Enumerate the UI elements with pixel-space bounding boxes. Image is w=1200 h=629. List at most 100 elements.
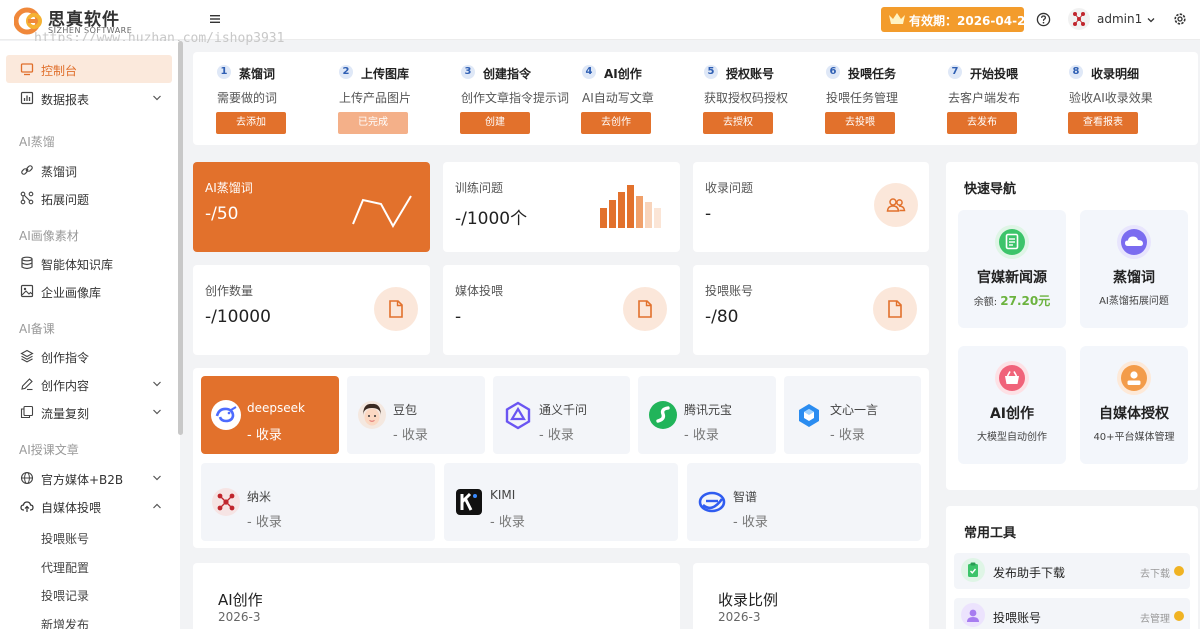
step-number: 6 (826, 65, 840, 79)
step-desc: 去客户端发布 (948, 91, 1021, 105)
sidebar-item-official-media[interactable]: 官方媒体+B2B (6, 464, 172, 492)
stat-label: 创作数量 (205, 284, 254, 298)
quick-nav-card-title: 自媒体授权 (1099, 406, 1169, 422)
top-header: 思真软件 SIZHEN SOFTWARE https://www.huzhan.… (0, 0, 1200, 46)
sidebar-item-dashboard[interactable]: 控制台 (6, 55, 172, 83)
model-card-tongyi[interactable]: 通义千问 - 收录 (493, 376, 630, 454)
model-card-nami[interactable]: 纳米 - 收录 (201, 463, 435, 541)
step-button[interactable]: 去授权 (703, 112, 773, 134)
step-number: 1 (217, 65, 231, 79)
sidebar-scrollbar[interactable] (178, 41, 183, 435)
settings-icon[interactable] (1173, 12, 1187, 26)
step-button[interactable]: 去添加 (216, 112, 286, 134)
sidebar-item-traffic-copy[interactable]: 流量复刻 (6, 398, 172, 426)
step-item: 2 上传图库 上传产品图片 已完成 (315, 52, 437, 145)
sidebar-item-create-prompt[interactable]: 创作指令 (6, 342, 172, 370)
step-item: 3 创建指令 创作文章指令提示词 创建 (437, 52, 569, 145)
model-card-doubao[interactable]: 豆包 - 收录 (347, 376, 485, 454)
sidebar-subitem-new-publish[interactable]: 新增发布 (41, 616, 89, 629)
quick-nav-official-news[interactable]: 官媒新闻源 余额: 27.20元 (958, 210, 1066, 328)
chevron-down-icon (153, 95, 161, 101)
wenxin-logo (799, 404, 819, 427)
quick-nav-card-sub: AI蒸馏拓展问题 (1099, 296, 1169, 307)
image-icon (20, 284, 34, 298)
sidebar-subitem-feed-accounts[interactable]: 投喂账号 (41, 530, 89, 547)
step-button[interactable]: 去发布 (947, 112, 1017, 134)
layers-icon (20, 349, 34, 363)
sidebar: 控制台 数据报表 AI蒸馏 蒸馏词 拓展问题 AI画像素材 智能体知识库 企业画… (0, 41, 180, 629)
step-button[interactable]: 已完成 (338, 112, 408, 134)
sidebar-item-label: 蒸馏词 (41, 165, 78, 179)
kimi-logo (456, 489, 482, 515)
step-button[interactable]: 查看报表 (1068, 112, 1138, 134)
chevron-up-icon (153, 503, 161, 509)
sidebar-item-label: 数据报表 (41, 93, 90, 107)
model-card-wenxin[interactable]: 文心一言 - 收录 (784, 376, 921, 454)
sidebar-subitem-proxy-config[interactable]: 代理配置 (41, 559, 89, 576)
model-card-deepseek[interactable]: deepseek - 收录 (201, 376, 339, 454)
model-status: - 收录 (733, 515, 768, 530)
crown-icon (889, 13, 905, 24)
step-button[interactable]: 去创作 (581, 112, 651, 134)
sidebar-item-label: 创作内容 (41, 379, 90, 393)
model-name: 通义千问 (539, 403, 588, 417)
stat-value: - (455, 307, 462, 327)
chart-icon (20, 91, 34, 105)
stat-value: -/10000 (205, 307, 271, 327)
sidebar-item-data-report[interactable]: 数据报表 (6, 84, 172, 112)
tool-action[interactable]: 去管理 (1140, 610, 1170, 625)
sidebar-item-label: 拓展问题 (41, 193, 90, 207)
step-item: 6 投喂任务 投喂任务管理 去投喂 (802, 52, 924, 145)
line-sparkline-icon (352, 195, 412, 228)
ai-models-panel: deepseek - 收录 豆包 - 收录 通义千问 - 收录 腾讯元宝 - 收… (193, 368, 929, 548)
arrow-dot-icon (1174, 611, 1184, 621)
sidebar-item-knowledge-base[interactable]: 智能体知识库 (6, 249, 172, 277)
step-title: AI创作 (604, 67, 642, 81)
model-name: 豆包 (393, 403, 418, 417)
stat-card-media-feed[interactable]: 媒体投喂 - (443, 265, 680, 355)
tool-action[interactable]: 去下载 (1140, 565, 1170, 580)
stat-card-training-questions[interactable]: 训练问题 -/1000个 (443, 162, 680, 252)
step-title: 投喂任务 (848, 67, 897, 81)
quick-nav-media-auth[interactable]: 自媒体授权 40+平台媒体管理 (1080, 346, 1188, 464)
step-button[interactable]: 去投喂 (825, 112, 895, 134)
sidebar-item-distill-words[interactable]: 蒸馏词 (6, 156, 172, 184)
step-number: 8 (1069, 65, 1083, 79)
sidebar-subitem-feed-records[interactable]: 投喂记录 (41, 587, 89, 604)
stat-card-creation-count[interactable]: 创作数量 -/10000 (193, 265, 430, 355)
tool-item-feed-accounts[interactable]: 投喂账号 去管理 (954, 598, 1190, 629)
quick-nav-distill-words[interactable]: 蒸馏词 AI蒸馏拓展问题 (1080, 210, 1188, 328)
quick-nav-card-title: 蒸馏词 (1113, 270, 1155, 286)
stat-card-indexed-questions[interactable]: 收录问题 - (693, 162, 929, 252)
model-card-zhipu[interactable]: 智谱 - 收录 (687, 463, 921, 541)
user-menu[interactable]: admin1 (1068, 8, 1158, 32)
quick-nav-card-title: AI创作 (989, 406, 1035, 422)
sidebar-item-image-library[interactable]: 企业画像库 (6, 277, 172, 305)
sidebar-group-title: AI备课 (19, 322, 55, 336)
tool-item-publish-helper[interactable]: 发布助手下载 去下载 (954, 553, 1190, 589)
file-icon (873, 287, 917, 331)
clipboard-icon (961, 558, 985, 582)
model-status: - 收录 (393, 428, 428, 443)
menu-icon[interactable] (208, 12, 222, 26)
step-item: 4 AI创作 AI自动写文章 去创作 (558, 52, 680, 145)
quick-nav-ai-creation[interactable]: AI创作 大模型自动创作 (958, 346, 1066, 464)
model-card-yuanbao[interactable]: 腾讯元宝 - 收录 (638, 376, 776, 454)
sidebar-item-create-content[interactable]: 创作内容 (6, 370, 172, 398)
cloud-icon (1117, 225, 1151, 259)
help-icon[interactable] (1036, 12, 1051, 27)
sidebar-item-expand-questions[interactable]: 拓展问题 (6, 184, 172, 212)
step-title: 开始投喂 (970, 67, 1019, 81)
monitor-icon (20, 63, 34, 76)
sidebar-item-self-media-feed[interactable]: 自媒体投喂 (6, 492, 172, 520)
step-button[interactable]: 创建 (460, 112, 530, 134)
sidebar-item-label: 控制台 (41, 64, 78, 78)
stat-card-distill-words[interactable]: AI蒸馏词 -/50 (193, 162, 430, 252)
document-icon (995, 225, 1029, 259)
stat-card-feed-accounts[interactable]: 投喂账号 -/80 (693, 265, 929, 355)
panel-date: 2026-3 (218, 610, 261, 624)
model-card-kimi[interactable]: KIMI - 收录 (444, 463, 678, 541)
link-icon (21, 165, 33, 175)
expiry-badge[interactable]: 有效期：2026-04-22 (881, 7, 1034, 32)
database-icon (21, 256, 33, 270)
